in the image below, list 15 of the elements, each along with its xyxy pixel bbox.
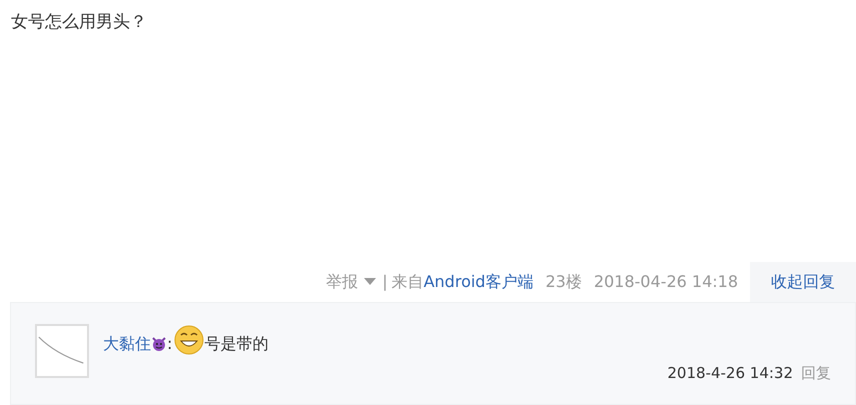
reply-text: 号是带的: [204, 333, 268, 355]
report-link[interactable]: 举报: [326, 270, 358, 294]
source-link[interactable]: Android客户端: [424, 270, 534, 294]
post-time: 2018-04-26 14:18: [594, 271, 738, 293]
floor-number: 23楼: [545, 271, 582, 293]
caret-icon[interactable]: [364, 278, 376, 286]
colon: :: [167, 333, 172, 355]
toggle-replies-button[interactable]: 收起回复: [750, 262, 856, 302]
grin-emoji-icon: [174, 325, 204, 355]
post-text: 女号怎么用男头？: [11, 11, 148, 34]
reply-time: 2018-4-26 14:32: [667, 363, 793, 384]
separator: |: [382, 271, 388, 293]
devil-emoji-icon: [151, 336, 167, 352]
source-label: 来自: [392, 271, 424, 293]
reply-author[interactable]: 大黏住: [103, 332, 151, 356]
